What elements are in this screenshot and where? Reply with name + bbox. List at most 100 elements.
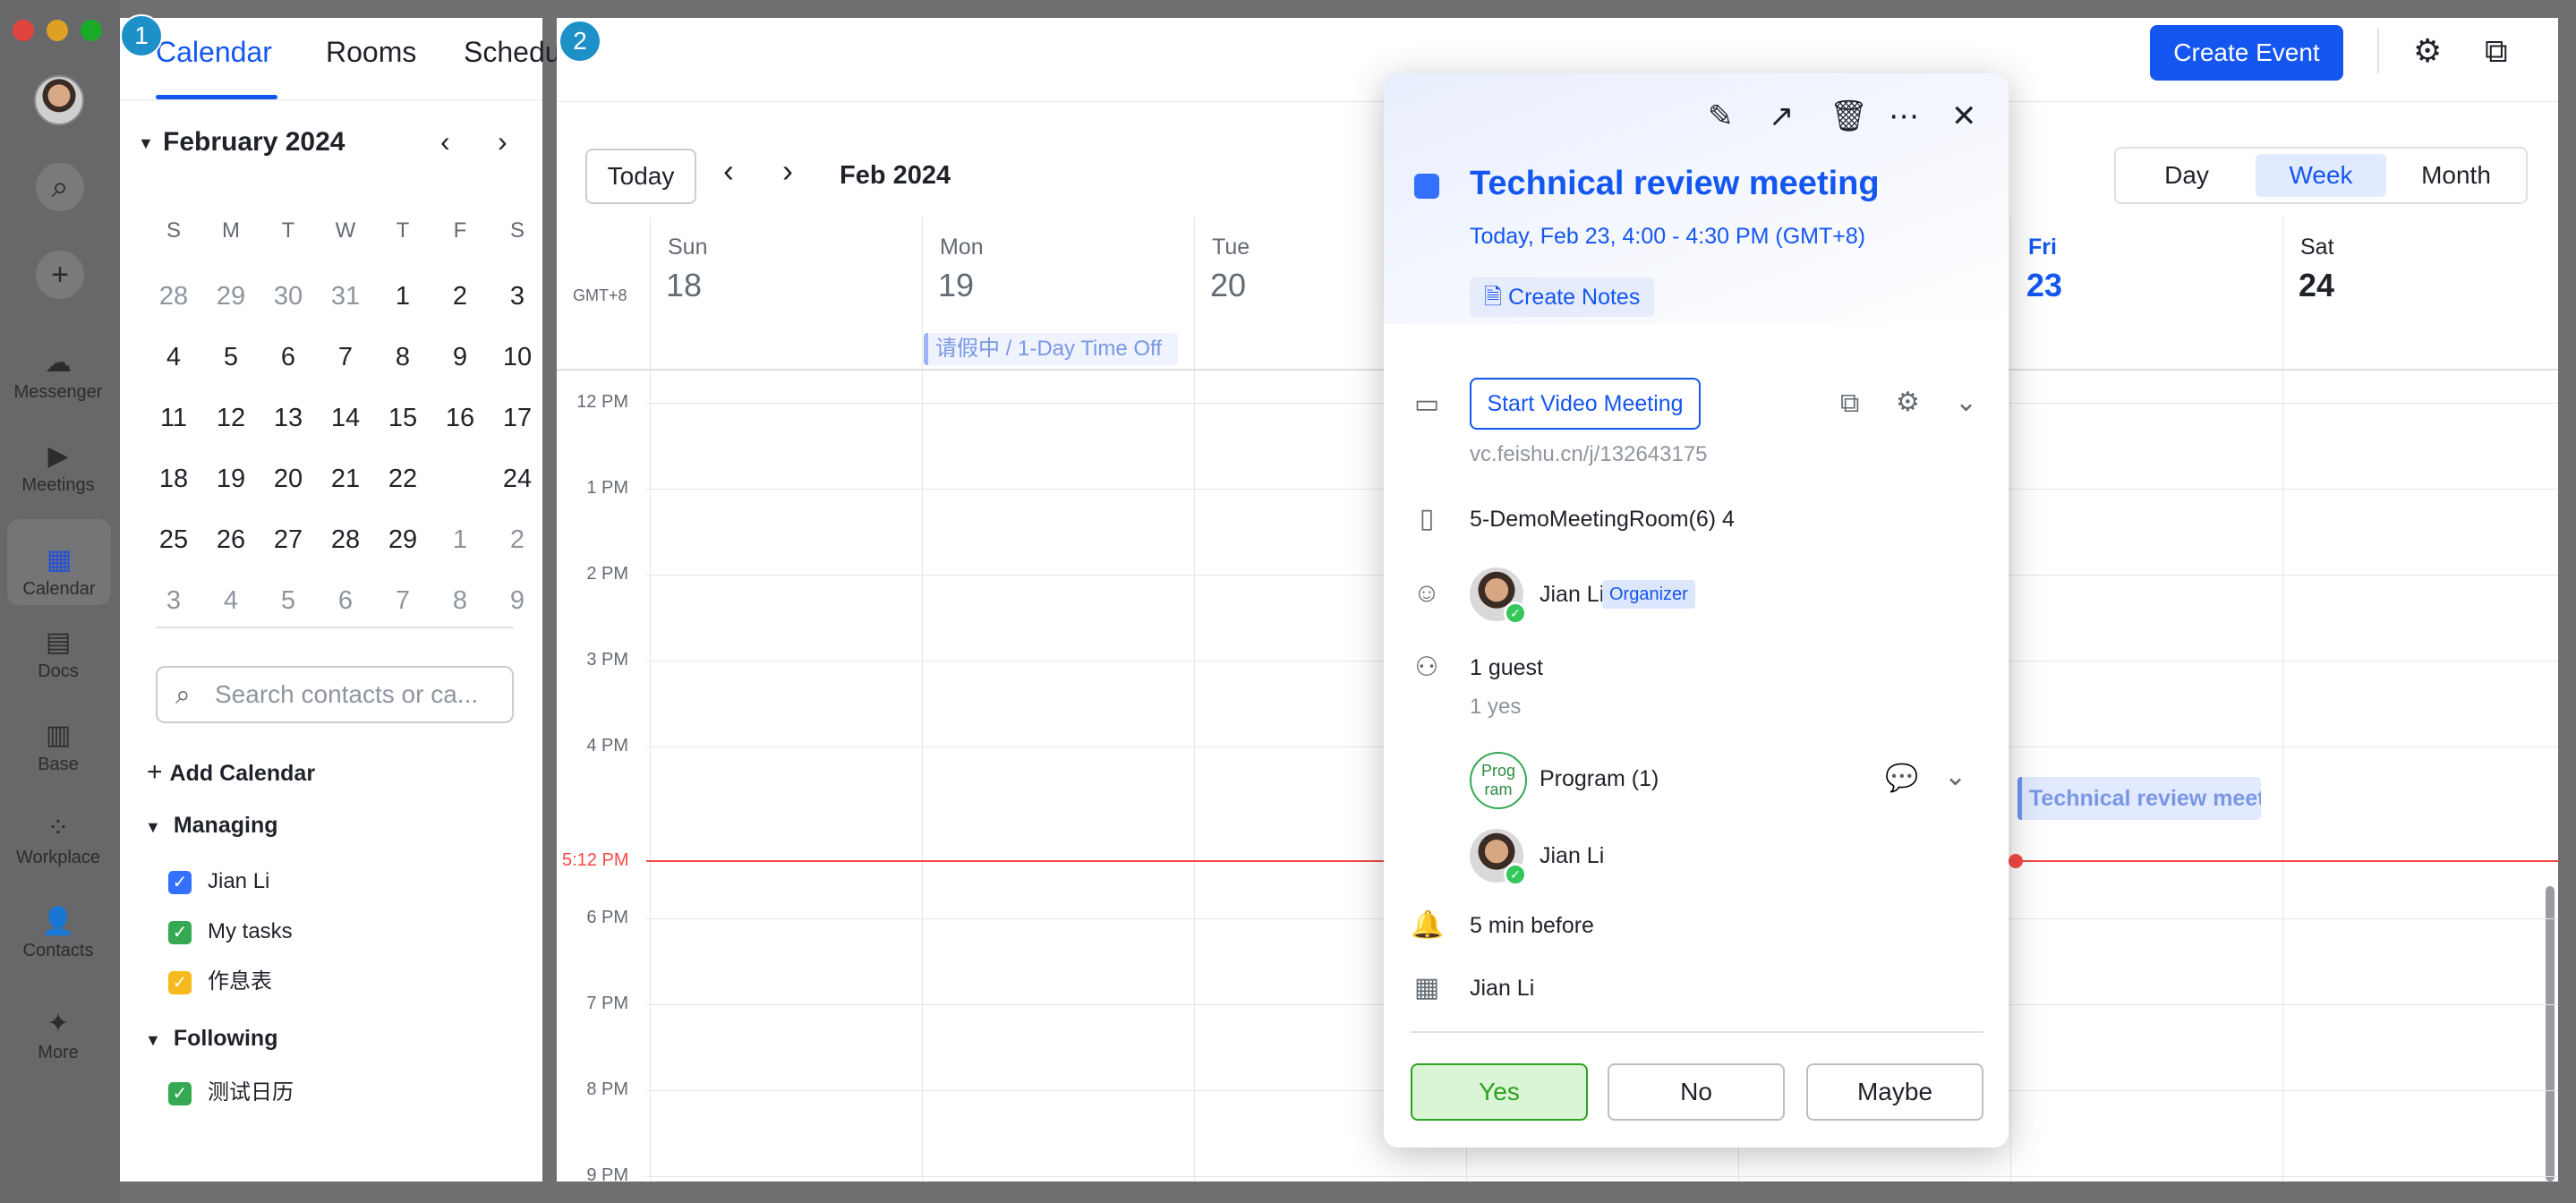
prev-week-chevron-icon[interactable]: ‹ [723,152,734,190]
mini-calendar-day[interactable]: 7 [317,329,374,385]
window-switch-icon[interactable]: ⧉ [2485,32,2508,71]
mini-calendar-day[interactable]: 27 [260,512,317,567]
mini-calendar-day[interactable]: 26 [202,512,260,567]
copy-icon[interactable]: ⧉ [1840,388,1859,419]
day-header-fri[interactable]: Fri 23 [2010,217,2282,387]
organizer-avatar[interactable]: ✓ [1470,567,1527,625]
dock-item-workplace[interactable]: ⁘ Workplace [0,788,116,874]
rsvp-yes-button[interactable]: Yes [1411,1063,1588,1121]
dock-item-more[interactable]: ✦ More [0,983,116,1069]
checkbox-checked-icon[interactable]: ✓ [168,920,192,944]
collapse-caret-icon[interactable]: ▼ [138,134,154,153]
next-week-chevron-icon[interactable]: › [782,152,793,190]
add-calendar-button[interactable]: + Add Calendar [147,757,315,788]
mini-calendar-day[interactable]: 7 [374,573,431,628]
mini-calendar-day[interactable]: 19 [202,451,260,507]
edit-icon[interactable]: ✎ [1708,98,1734,134]
mini-calendar-day[interactable]: 30 [260,269,317,324]
mini-calendar-day[interactable]: 20 [260,451,317,507]
mini-calendar-day[interactable]: 8 [374,329,431,385]
mini-calendar-day[interactable]: 24 [489,451,546,507]
mini-calendar-day[interactable]: 9 [489,573,546,628]
tab-rooms[interactable]: Rooms [326,36,416,69]
mini-calendar-day[interactable]: 6 [260,329,317,385]
chevron-down-icon[interactable]: ⌄ [1955,387,1977,418]
prev-month-chevron-icon[interactable]: ‹ [440,125,450,158]
chat-icon[interactable]: 💬 [1885,763,1918,794]
share-icon[interactable]: ↗ [1769,98,1795,134]
dock-item-base[interactable]: ▥ Base [0,695,116,781]
tab-calendar[interactable]: Calendar [156,36,272,69]
checkbox-checked-icon[interactable]: ✓ [168,970,192,994]
dock-item-contacts[interactable]: 👤 Contacts [0,881,116,967]
gear-icon[interactable]: ⚙ [2413,32,2442,70]
mini-calendar-day[interactable]: 5 [202,329,260,385]
plus-icon[interactable]: + [36,251,84,299]
mini-calendar-day[interactable]: 16 [431,390,489,446]
group-avatar[interactable]: Prog ram [1470,752,1527,809]
all-day-event[interactable]: 请假中 / 1-Day Time Off [924,333,1178,365]
create-event-button[interactable]: Create Event [2150,25,2343,81]
mini-calendar-day[interactable]: 12 [202,390,260,446]
view-month[interactable]: Month [2390,154,2522,197]
trash-icon[interactable]: 🗑 [1830,98,1868,134]
mini-calendar-day[interactable]: 10 [489,329,546,385]
member-avatar[interactable]: ✓ [1470,829,1527,886]
rsvp-no-button[interactable]: No [1608,1063,1785,1121]
mini-calendar-day[interactable]: 1 [374,269,431,324]
mini-calendar-day[interactable]: 2 [431,269,489,324]
day-header-sun[interactable]: Sun 18 [650,217,922,387]
mini-calendar-day[interactable]: 8 [431,573,489,628]
view-week[interactable]: Week [2256,154,2386,197]
checkbox-checked-icon[interactable]: ✓ [168,870,192,894]
mini-calendar-day[interactable]: 15 [374,390,431,446]
managing-group-header[interactable]: ▼ Managing [145,813,278,839]
calendar-item-test[interactable]: ✓ 测试日历 [168,1079,294,1106]
rsvp-maybe-button[interactable]: Maybe [1806,1063,1983,1121]
search-icon[interactable]: ⌕ [36,163,84,211]
search-input[interactable] [215,678,501,711]
search-box[interactable]: ⌕ [156,666,514,723]
window-close-button[interactable] [13,20,34,41]
gear-icon[interactable]: ⚙ [1896,387,1920,418]
mini-calendar-day[interactable]: 22 [374,451,431,507]
calendar-item-jian-li[interactable]: ✓ Jian Li [168,868,269,895]
dock-item-docs[interactable]: ▤ Docs [0,602,116,687]
mini-calendar-day[interactable]: 5 [260,573,317,628]
checkbox-checked-icon[interactable]: ✓ [168,1081,192,1105]
mini-calendar-day[interactable]: 21 [317,451,374,507]
video-link[interactable]: vc.feishu.cn/j/132643175 [1470,442,1708,467]
dock-item-meetings[interactable]: ▶ Meetings [0,415,116,501]
mini-calendar-day[interactable]: 6 [317,573,374,628]
calendar-item-schedule[interactable]: ✓ 作息表 [168,968,272,995]
mini-calendar-day[interactable]: 28 [145,269,202,324]
today-button[interactable]: Today [585,149,696,204]
window-minimize-button[interactable] [47,20,68,41]
mini-calendar-day[interactable]: 2 [489,512,546,567]
next-month-chevron-icon[interactable]: › [498,125,508,158]
mini-calendar-day[interactable]: 4 [145,329,202,385]
mini-calendar-day[interactable]: 29 [374,512,431,567]
dock-item-calendar[interactable]: ▦ Calendar [7,519,111,605]
user-avatar[interactable] [34,75,84,125]
window-zoom-button[interactable] [81,20,102,41]
mini-calendar-day[interactable]: 3 [489,269,546,324]
following-group-header[interactable]: ▼ Following [145,1026,277,1052]
calendar-item-my-tasks[interactable]: ✓ My tasks [168,918,293,945]
start-video-meeting-button[interactable]: Start Video Meeting [1470,378,1701,430]
chevron-down-icon[interactable]: ⌄ [1944,761,1966,792]
mini-calendar-day[interactable]: 9 [431,329,489,385]
more-options-icon[interactable]: ⋯ [1889,98,1919,134]
mini-calendar-day[interactable]: 11 [145,390,202,446]
tab-schedule[interactable]: Schedu [464,36,561,69]
mini-calendar-day[interactable]: 3 [145,573,202,628]
mini-calendar-day[interactable]: 4 [202,573,260,628]
mini-calendar-day[interactable]: 14 [317,390,374,446]
mini-calendar-day[interactable]: 25 [145,512,202,567]
mini-calendar-day[interactable]: 18 [145,451,202,507]
dock-item-messenger[interactable]: ☁ Messenger [0,322,116,408]
scrollbar-thumb[interactable] [2546,886,2555,1182]
mini-calendar-day[interactable]: 17 [489,390,546,446]
mini-calendar-day[interactable]: 31 [317,269,374,324]
day-header-sat[interactable]: Sat 24 [2282,217,2555,387]
